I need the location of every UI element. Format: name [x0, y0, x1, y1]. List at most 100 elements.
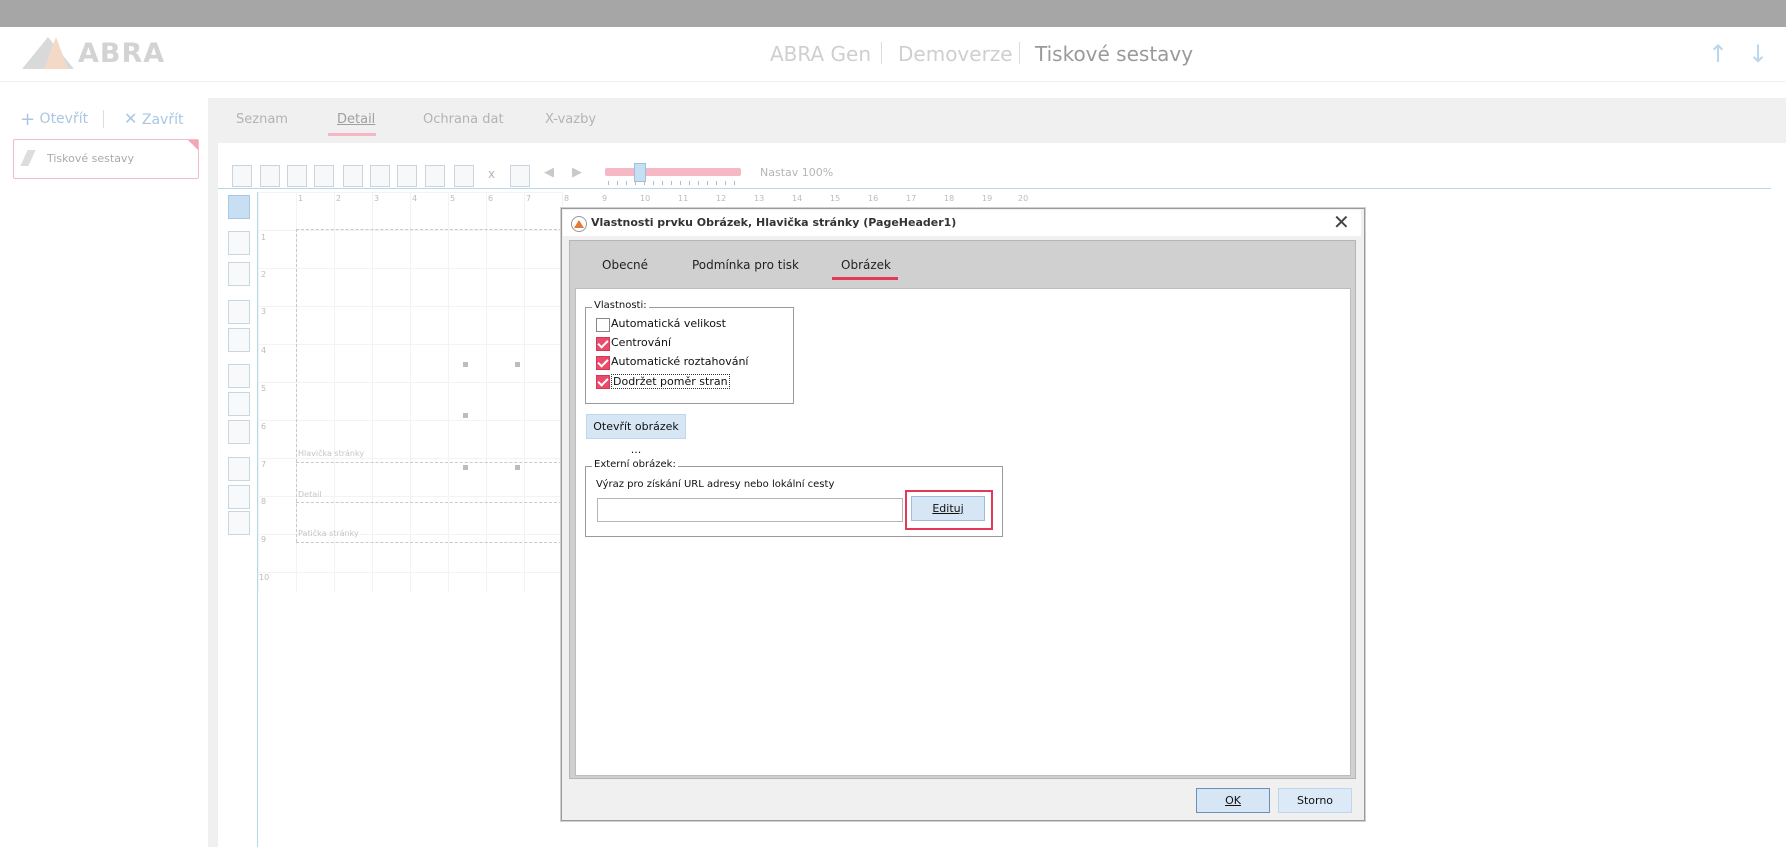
ruler-h-tick: 11 [678, 194, 689, 203]
auto-stretch-checkbox[interactable] [596, 356, 610, 370]
ruler-v-tick: 1 [261, 233, 267, 242]
selection-handle[interactable] [463, 362, 468, 367]
tool-back-page-icon[interactable] [314, 165, 334, 187]
breadcrumb-separator [1019, 42, 1020, 64]
chart-tool-icon[interactable] [228, 457, 250, 481]
field-tool-icon[interactable] [228, 300, 250, 324]
auto-stretch-label[interactable]: Automatické roztahování [611, 355, 748, 368]
band-divider [296, 542, 562, 543]
tab-obecne[interactable]: Obecné [602, 258, 648, 272]
arrow-down-icon[interactable]: ↓ [1748, 40, 1768, 68]
ruler-h-tick: 8 [564, 194, 570, 203]
auto-size-label[interactable]: Automatická velikost [611, 317, 726, 330]
edit-button[interactable]: Edituj [911, 496, 985, 521]
centering-label[interactable]: Centrování [611, 336, 671, 349]
abra-logo-accent [44, 37, 68, 69]
open-label: Otevřít [39, 111, 89, 127]
tool-resize-icon[interactable] [370, 165, 390, 187]
tool-paste-icon[interactable] [425, 165, 445, 187]
ruler-h-tick: 2 [336, 194, 342, 203]
report-icon [20, 150, 36, 166]
sidebar-item-label: Tiskové sestavy [47, 152, 134, 165]
tab-obrazek[interactable]: Obrázek [841, 258, 891, 272]
arrow-up-icon[interactable]: ↑ [1708, 40, 1728, 68]
next-icon[interactable]: ▶ [572, 165, 582, 180]
close-button[interactable]: ✕ Zavřít [124, 109, 183, 128]
tool-fields-icon[interactable] [510, 165, 530, 187]
barcode-tool-icon[interactable] [228, 485, 250, 509]
tab-x-vazby[interactable]: X-vazby [545, 112, 596, 127]
close-icon[interactable]: ✕ [1333, 210, 1350, 234]
ruler-h-tick: 6 [488, 194, 494, 203]
zoom-label[interactable]: Nastav 100% [760, 166, 833, 179]
keep-aspect-ratio-label[interactable]: Dodržet poměr stran [611, 374, 730, 389]
toolbar-divider [103, 110, 104, 128]
text-tool-icon[interactable] [228, 262, 250, 286]
properties-group-title: Vlastnosti: [592, 300, 649, 311]
ruler-h-tick: 14 [792, 194, 803, 203]
keep-aspect-ratio-checkbox[interactable] [596, 375, 610, 389]
ruler-h-tick: 4 [412, 194, 418, 203]
open-button[interactable]: + Otevřít [20, 109, 88, 130]
tab-detail[interactable]: Detail [337, 112, 375, 127]
image-tool-icon[interactable] [228, 420, 250, 444]
tool-page-setup-icon[interactable] [343, 165, 363, 187]
band-divider [296, 502, 562, 503]
auto-size-checkbox[interactable] [596, 318, 610, 332]
ruler-v-tick: 9 [261, 535, 267, 544]
band-top-border [296, 229, 562, 230]
tab-ochrana-dat[interactable]: Ochrana dat [423, 112, 504, 127]
ok-button[interactable]: OK [1196, 788, 1270, 813]
active-corner-marker [188, 140, 198, 150]
ruler-h-tick: 3 [374, 194, 380, 203]
breadcrumb-demoverze[interactable]: Demoverze [898, 42, 1013, 66]
ruler-h-tick: 19 [982, 194, 993, 203]
app-header [0, 27, 1786, 82]
selection-handle[interactable] [515, 465, 520, 470]
zoom-slider[interactable] [605, 168, 741, 176]
external-image-description: Výraz pro získání URL adresy nebo lokáln… [596, 479, 835, 490]
sidebar-item-tiskove-sestavy[interactable]: Tiskové sestavy [13, 139, 199, 179]
tab-seznam[interactable]: Seznam [236, 112, 288, 127]
zoom-slider-thumb[interactable] [634, 163, 646, 182]
subreport-tool-icon[interactable] [228, 511, 250, 535]
cancel-button[interactable]: Storno [1278, 788, 1352, 813]
tool-align-icon[interactable] [454, 165, 474, 187]
close-icon: ✕ [124, 109, 138, 128]
external-image-group-title: Externí obrázek: [592, 459, 678, 470]
tool-copy-icon[interactable] [397, 165, 417, 187]
ok-button-label: OK [1225, 794, 1241, 807]
tool-preview-icon[interactable] [232, 165, 252, 187]
ruler-v-tick: 3 [261, 307, 267, 316]
ruler-h-tick: 17 [906, 194, 917, 203]
previous-icon[interactable]: ◀ [544, 165, 554, 180]
band-label-detail: Detail [298, 490, 322, 499]
selection-handle[interactable] [463, 413, 468, 418]
active-tab-indicator [328, 133, 376, 136]
external-image-url-input[interactable] [597, 498, 903, 522]
band-divider [296, 462, 562, 463]
dialog-title: Vlastnosti prvku Obrázek, Hlavička strán… [591, 216, 957, 229]
breadcrumb-abra-gen[interactable]: ABRA Gen [770, 42, 871, 66]
ruler-h-tick: 18 [944, 194, 955, 203]
tool-print-icon[interactable] [287, 165, 307, 187]
shape-tool-icon[interactable] [228, 364, 250, 388]
pointer-tool-icon[interactable] [228, 195, 250, 219]
ruler-h-tick: 15 [830, 194, 841, 203]
open-image-button[interactable]: Otevřít obrázek ... [586, 414, 686, 456]
ruler-h-tick: 12 [716, 194, 727, 203]
tool-page-icon[interactable] [260, 165, 280, 187]
tab-podminka-pro-tisk[interactable]: Podmínka pro tisk [692, 258, 799, 272]
label-tool-icon[interactable] [228, 231, 250, 255]
dialog-title-bar[interactable]: Vlastnosti prvku Obrázek, Hlavička strán… [563, 210, 1361, 236]
ruler-v-tick: 2 [261, 270, 267, 279]
selection-handle[interactable] [515, 362, 520, 367]
ruler-h-tick: 10 [640, 194, 651, 203]
tool-x-label[interactable]: x [488, 167, 495, 181]
memo-tool-icon[interactable] [228, 328, 250, 352]
selection-handle[interactable] [463, 465, 468, 470]
active-tab-indicator [832, 277, 898, 280]
ruler-v-tick: 5 [261, 384, 267, 393]
centering-checkbox[interactable] [596, 337, 610, 351]
line-tool-icon[interactable] [228, 392, 250, 416]
